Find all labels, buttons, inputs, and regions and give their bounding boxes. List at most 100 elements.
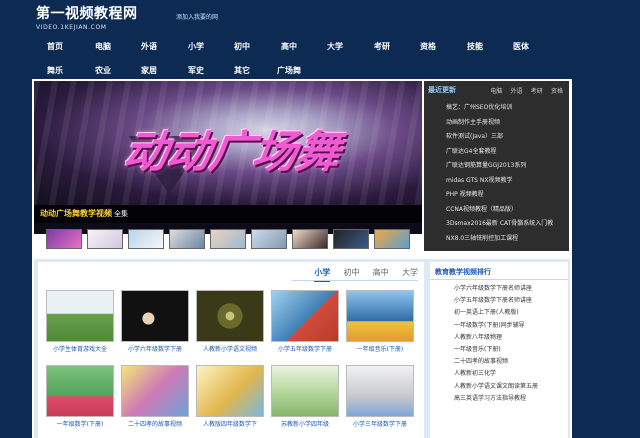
- nav-item[interactable]: 其它: [219, 65, 265, 76]
- video-title[interactable]: 小学五年级数学下册: [271, 344, 339, 353]
- bookmark-link[interactable]: 添加入我要的网: [176, 12, 218, 21]
- latest-updates-title: 最近更新: [428, 86, 456, 94]
- ranking-item[interactable]: 小学五年级数学下册名师讲座: [430, 295, 568, 307]
- video-title[interactable]: 小学六年级数学下册: [121, 344, 189, 353]
- nav-item[interactable]: 医体: [498, 41, 544, 52]
- nav-item[interactable]: 首页: [32, 41, 78, 52]
- latest-tab[interactable]: 考研: [531, 88, 543, 95]
- banner-caption-suffix: 全集: [114, 210, 128, 218]
- nav-item[interactable]: 小学: [173, 41, 219, 52]
- video-thumbnail[interactable]: [46, 290, 114, 342]
- ranking-item[interactable]: 初一英语上下册(人教版): [430, 307, 568, 319]
- ranking-item[interactable]: 一年级数学(下册)同步辅导: [430, 320, 568, 332]
- video-card[interactable]: 一年级音乐(下册): [346, 290, 414, 353]
- nav-item[interactable]: 高中: [266, 41, 312, 52]
- nav-item[interactable]: 技能: [452, 41, 498, 52]
- video-card[interactable]: 人教版四年级数学下: [196, 365, 264, 428]
- latest-item[interactable]: 广联达G4全套教程: [424, 145, 569, 160]
- latest-item[interactable]: midas GTS NX视频教学: [424, 174, 569, 189]
- latest-tab[interactable]: 电脑: [490, 88, 502, 95]
- site-logo[interactable]: 第一视频教程网 VIDEO.1KEJIAN.COM: [36, 3, 146, 31]
- banner-caption[interactable]: 动动广场舞教学视频全集: [34, 205, 422, 223]
- ranking-title: 教育教学视频排行: [435, 268, 491, 276]
- video-title[interactable]: 一年级音乐(下册): [346, 344, 414, 353]
- video-title[interactable]: 小学三年级数学下册: [346, 419, 414, 428]
- banner-art-title: 动动广场舞: [38, 116, 422, 180]
- latest-item[interactable]: 3Dsmax2016最新 CAT骨骼系统入门教: [424, 217, 569, 232]
- ranking-item[interactable]: 高三英语学习方法指导教程: [430, 393, 568, 405]
- main-nav-row-1: 首页 电脑 外语 小学 初中 高中 大学 考研 资格 技能 医体: [0, 36, 640, 58]
- latest-item[interactable]: 搞艺：广州SEO优化培训: [424, 101, 569, 116]
- video-title[interactable]: 苏教新小学四年级: [271, 419, 339, 428]
- latest-updates-tabs: 电脑 外语 考研 资格: [484, 86, 563, 95]
- logo-title: 第一视频教程网: [36, 3, 146, 23]
- banner-thumbnail[interactable]: [169, 229, 205, 249]
- video-thumbnail[interactable]: [196, 290, 264, 342]
- nav-item[interactable]: 军史: [173, 65, 219, 76]
- video-title[interactable]: 人教版四年级数学下: [196, 419, 264, 428]
- video-thumbnail[interactable]: [346, 365, 414, 417]
- education-videos-box: 小学 初中 高中 大学 小学生体育游戏大全 小学六年级数学下册 人教新小学语文视…: [38, 262, 424, 438]
- video-title[interactable]: 人教新小学语文视频: [196, 344, 264, 353]
- video-card[interactable]: 小学三年级数学下册: [346, 365, 414, 428]
- video-card[interactable]: 一年级数学(下册): [46, 365, 114, 428]
- video-card[interactable]: 人教新小学语文视频: [196, 290, 264, 353]
- nav-item[interactable]: 资格: [405, 41, 451, 52]
- latest-item[interactable]: 广联达钢筋算量GGJ2013系列: [424, 159, 569, 174]
- nav-item[interactable]: 农业: [80, 65, 126, 76]
- banner-thumbnail[interactable]: [210, 229, 246, 249]
- lower-section: 小学 初中 高中 大学 小学生体育游戏大全 小学六年级数学下册 人教新小学语文视…: [34, 259, 570, 438]
- video-card[interactable]: 二十四孝的故事视频: [121, 365, 189, 428]
- nav-item[interactable]: 初中: [219, 41, 265, 52]
- video-thumbnail[interactable]: [46, 365, 114, 417]
- nav-item[interactable]: 家居: [126, 65, 172, 76]
- ranking-item[interactable]: 一年级音乐(下册): [430, 344, 568, 356]
- nav-item[interactable]: 考研: [359, 41, 405, 52]
- video-title[interactable]: 小学生体育游戏大全: [46, 344, 114, 353]
- latest-item[interactable]: CCNA视频教程（精品版）: [424, 203, 569, 218]
- latest-item[interactable]: 软件测试(Java）三部: [424, 130, 569, 145]
- ranking-item[interactable]: 人教新八年级物理: [430, 332, 568, 344]
- nav-item[interactable]: 广场舞: [266, 65, 312, 76]
- video-thumbnail[interactable]: [196, 365, 264, 417]
- video-card[interactable]: 小学六年级数学下册: [121, 290, 189, 353]
- latest-item[interactable]: NX8.0三轴铣削控加工课程: [424, 232, 569, 247]
- video-card[interactable]: 小学生体育游戏大全: [46, 290, 114, 353]
- video-thumbnail[interactable]: [346, 290, 414, 342]
- latest-tab[interactable]: 外语: [510, 88, 522, 95]
- banner-thumbnail[interactable]: [87, 229, 123, 249]
- video-title[interactable]: 一年级数学(下册): [46, 419, 114, 428]
- tab-junior-high[interactable]: 初中: [344, 267, 360, 280]
- latest-item[interactable]: PHP 视频教程: [424, 188, 569, 203]
- banner-caption-title[interactable]: 动动广场舞教学视频: [40, 209, 112, 218]
- nav-item[interactable]: 舞乐: [32, 65, 78, 76]
- latest-tab[interactable]: 资格: [551, 88, 563, 95]
- latest-updates-panel: 最近更新 电脑 外语 考研 资格 搞艺：广州SEO优化培训 动画制作主手册视频 …: [424, 81, 569, 251]
- banner-thumbnail[interactable]: [251, 229, 287, 249]
- video-title[interactable]: 二十四孝的故事视频: [121, 419, 189, 428]
- ranking-item[interactable]: 小学六年级数学下册名师讲座: [430, 283, 568, 295]
- ranking-list: 小学六年级数学下册名师讲座 小学五年级数学下册名师讲座 初一英语上下册(人教版)…: [430, 283, 568, 405]
- video-thumbnail[interactable]: [271, 365, 339, 417]
- banner-thumbnail[interactable]: [46, 229, 82, 249]
- featured-banner[interactable]: 动动广场舞 动动广场舞教学视频全集: [34, 81, 422, 234]
- ranking-item[interactable]: 二十四孝的故事视频: [430, 356, 568, 368]
- nav-item[interactable]: 外语: [126, 41, 172, 52]
- nav-item[interactable]: 大学: [312, 41, 358, 52]
- video-card[interactable]: 小学五年级数学下册: [271, 290, 339, 353]
- latest-item[interactable]: 动画制作主手册视频: [424, 116, 569, 131]
- banner-thumbnail[interactable]: [128, 229, 164, 249]
- tab-senior-high[interactable]: 高中: [373, 267, 389, 280]
- banner-thumbnail[interactable]: [333, 229, 369, 249]
- video-thumbnail[interactable]: [121, 290, 189, 342]
- tab-university[interactable]: 大学: [402, 267, 418, 280]
- video-thumbnail[interactable]: [121, 365, 189, 417]
- ranking-item[interactable]: 人教新初三化学: [430, 368, 568, 380]
- ranking-item[interactable]: 人教新小学语文课文朗读第五册: [430, 381, 568, 393]
- banner-thumbnail-strip: [42, 229, 422, 249]
- banner-thumbnail[interactable]: [374, 229, 410, 249]
- video-thumbnail[interactable]: [271, 290, 339, 342]
- nav-item[interactable]: 电脑: [80, 41, 126, 52]
- video-card[interactable]: 苏教新小学四年级: [271, 365, 339, 428]
- banner-thumbnail[interactable]: [292, 229, 328, 249]
